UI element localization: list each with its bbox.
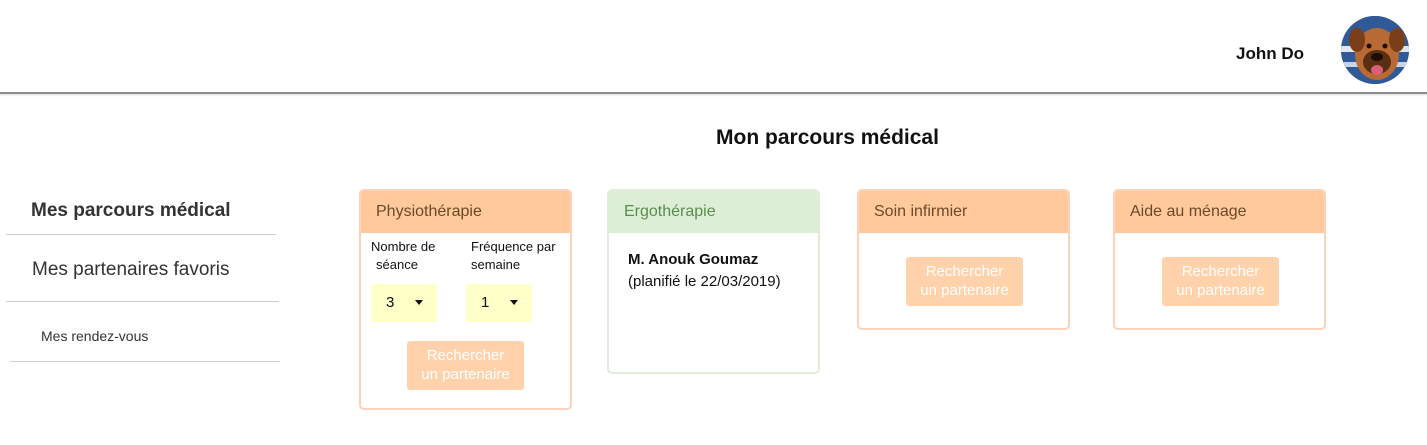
button-line2: un partenaire bbox=[421, 366, 510, 383]
seance-label-line1: Nombre de bbox=[371, 239, 436, 254]
card-soin-infirmier: Soin infirmier Rechercher un partenaire bbox=[857, 189, 1070, 330]
button-line1: Rechercher bbox=[1181, 263, 1260, 280]
card-title: Physiothérapie bbox=[361, 191, 570, 233]
seance-select-value: 3 bbox=[386, 294, 395, 311]
partner-name[interactable]: M. Anouk Goumaz bbox=[628, 251, 758, 268]
card-title: Aide au ménage bbox=[1115, 191, 1324, 233]
card-aide-menage: Aide au ménage Rechercher un partenaire bbox=[1113, 189, 1326, 330]
card-title: Soin infirmier bbox=[859, 191, 1068, 233]
sidebar: Mes parcours médical Mes partenaires fav… bbox=[6, 180, 280, 362]
seance-label-line2: séance bbox=[376, 257, 418, 272]
sidebar-item-favoris[interactable]: Mes partenaires favoris bbox=[6, 235, 279, 302]
page-title: Mon parcours médical bbox=[716, 126, 939, 149]
frequence-label-line1: Fréquence par bbox=[471, 239, 556, 254]
sidebar-item-parcours[interactable]: Mes parcours médical bbox=[6, 180, 276, 235]
seance-select[interactable]: 3 bbox=[371, 284, 437, 322]
partner-date: (planifié le 22/03/2019) bbox=[628, 273, 781, 290]
button-line1: Rechercher bbox=[925, 263, 1004, 280]
sidebar-item-rendez-vous[interactable]: Mes rendez-vous bbox=[10, 302, 280, 362]
top-bar: John Do bbox=[0, 0, 1427, 94]
frequence-label-line2: semaine bbox=[471, 257, 521, 272]
search-partner-button[interactable]: Rechercher un partenaire bbox=[1162, 257, 1279, 306]
button-line1: Rechercher bbox=[426, 347, 505, 364]
chevron-down-icon bbox=[415, 300, 423, 305]
frequence-select-value: 1 bbox=[481, 294, 490, 311]
search-partner-button[interactable]: Rechercher un partenaire bbox=[407, 341, 524, 390]
button-line2: un partenaire bbox=[1176, 282, 1265, 299]
user-name[interactable]: John Do bbox=[1236, 44, 1304, 64]
search-partner-button[interactable]: Rechercher un partenaire bbox=[906, 257, 1023, 306]
seance-label: Nombre de séance bbox=[371, 238, 435, 274]
chevron-down-icon bbox=[510, 300, 518, 305]
dog-avatar-icon[interactable] bbox=[1341, 16, 1409, 84]
card-ergotherapie: Ergothérapie M. Anouk Goumaz (planifié l… bbox=[607, 189, 820, 374]
button-line2: un partenaire bbox=[920, 282, 1009, 299]
frequence-select[interactable]: 1 bbox=[466, 284, 532, 322]
frequence-label: Fréquence par semaine bbox=[471, 238, 556, 274]
card-physiotherapie: Physiothérapie Nombre de séance Fréquenc… bbox=[359, 189, 572, 410]
card-title: Ergothérapie bbox=[609, 191, 818, 233]
